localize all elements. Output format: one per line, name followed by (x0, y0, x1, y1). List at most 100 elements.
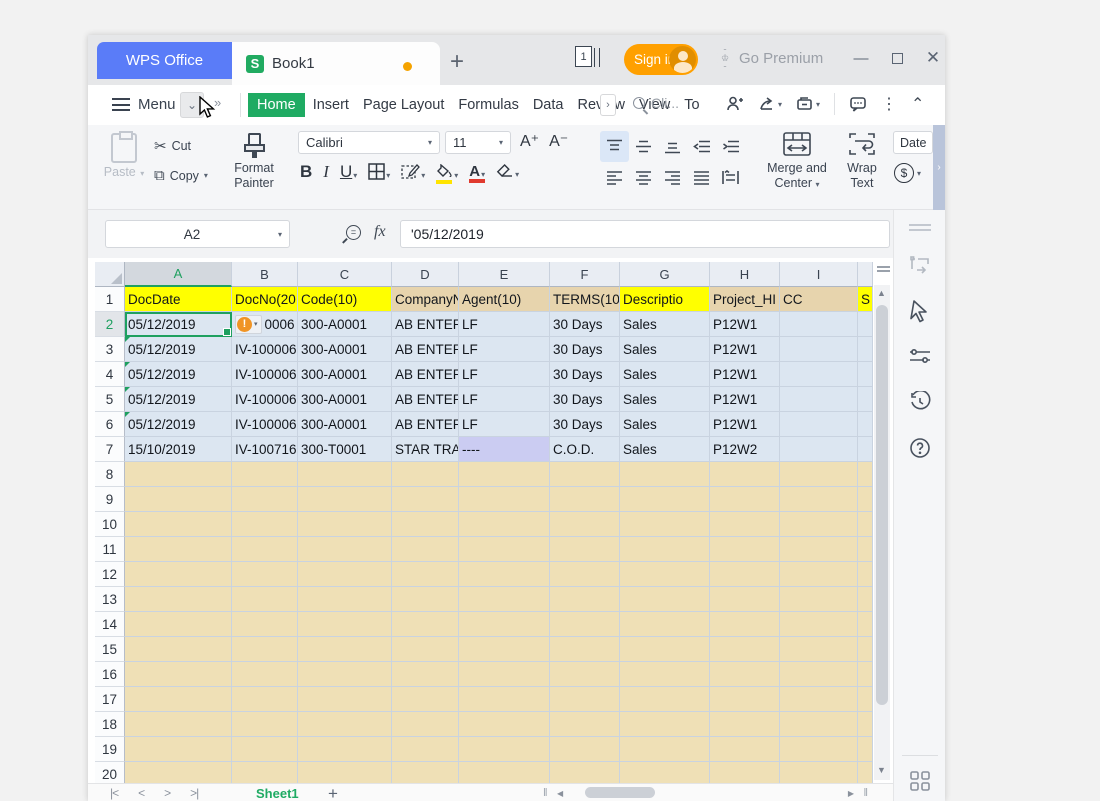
cell-H4[interactable]: P12W1 (710, 362, 780, 387)
cell-X7[interactable] (858, 437, 873, 462)
cell-E20[interactable] (459, 762, 550, 783)
cell-C20[interactable] (298, 762, 392, 783)
cell-C14[interactable] (298, 612, 392, 637)
cell-F14[interactable] (550, 612, 620, 637)
tab-page-layout[interactable]: Page Layout (357, 93, 450, 117)
cell-H8[interactable] (710, 462, 780, 487)
sidebar-drag-handle[interactable] (909, 224, 931, 231)
cell-H19[interactable] (710, 737, 780, 762)
help-icon[interactable] (894, 431, 946, 465)
cell-E1[interactable]: Agent(10) (459, 287, 550, 312)
paste-special-icon[interactable] (894, 249, 946, 283)
first-sheet-icon[interactable]: |< (110, 786, 118, 800)
cell-G13[interactable] (620, 587, 710, 612)
cell-A5[interactable]: 05/12/2019 (125, 387, 232, 412)
hamburger-menu-icon[interactable] (112, 98, 130, 111)
cell-I15[interactable] (780, 637, 858, 662)
cell-C13[interactable] (298, 587, 392, 612)
cell-B17[interactable] (232, 687, 298, 712)
cell-I9[interactable] (780, 487, 858, 512)
ribbon-expand-button[interactable]: › (933, 125, 945, 210)
number-format-select[interactable]: Date (893, 131, 933, 154)
search-box[interactable]: Cli... (633, 95, 679, 111)
italic-button[interactable]: I (323, 163, 329, 180)
cell-C19[interactable] (298, 737, 392, 762)
cell-I10[interactable] (780, 512, 858, 537)
cell-A2[interactable]: 05/12/2019 (125, 312, 232, 337)
cell-X15[interactable] (858, 637, 873, 662)
cell-C5[interactable]: 300-A0001 (298, 387, 392, 412)
cell-F11[interactable] (550, 537, 620, 562)
cell-H11[interactable] (710, 537, 780, 562)
cell-B18[interactable] (232, 712, 298, 737)
underline-button[interactable]: U▾ (340, 163, 357, 180)
cell-E5[interactable]: LF (459, 387, 550, 412)
cell-C11[interactable] (298, 537, 392, 562)
minimize-button[interactable]: — (852, 49, 870, 67)
row-header-10[interactable]: 10 (95, 512, 125, 537)
format-painter-button[interactable]: Format Painter (226, 133, 284, 191)
invite-user-icon[interactable] (726, 95, 744, 113)
error-warning-icon[interactable]: !▾ (235, 315, 262, 334)
cell-D10[interactable] (392, 512, 459, 537)
cell-X4[interactable] (858, 362, 873, 387)
cell-F13[interactable] (550, 587, 620, 612)
cell-D11[interactable] (392, 537, 459, 562)
decrease-font-button[interactable]: A⁻ (549, 131, 568, 151)
text-orientation-button[interactable] (716, 162, 745, 193)
row-header-5[interactable]: 5 (95, 387, 125, 412)
tab-home[interactable]: Home (248, 93, 305, 117)
cell-D4[interactable]: AB ENTERI (392, 362, 459, 387)
last-sheet-icon[interactable]: >| (190, 786, 198, 800)
cell-X19[interactable] (858, 737, 873, 762)
spreadsheet-grid[interactable]: ABCDEFGHI1DocDateDocNo(20Code(10)Company… (95, 262, 874, 783)
cell-H14[interactable] (710, 612, 780, 637)
cell-D9[interactable] (392, 487, 459, 512)
cell-D13[interactable] (392, 587, 459, 612)
share-icon[interactable]: ▾ (758, 95, 782, 113)
cell-X3[interactable] (858, 337, 873, 362)
cell-B20[interactable] (232, 762, 298, 783)
cell-X13[interactable] (858, 587, 873, 612)
cell-X8[interactable] (858, 462, 873, 487)
cell-A11[interactable] (125, 537, 232, 562)
cell-G4[interactable]: Sales (620, 362, 710, 387)
formula-input[interactable]: '05/12/2019 (400, 220, 890, 248)
cell-E6[interactable]: LF (459, 412, 550, 437)
cell-E17[interactable] (459, 687, 550, 712)
row-header-3[interactable]: 3 (95, 337, 125, 362)
cell-D5[interactable]: AB ENTERI (392, 387, 459, 412)
cell-E12[interactable] (459, 562, 550, 587)
cell-E7[interactable]: ---- (459, 437, 550, 462)
cell-B19[interactable] (232, 737, 298, 762)
font-name-select[interactable]: Calibri▾ (298, 131, 440, 154)
row-header-2[interactable]: 2 (95, 312, 125, 337)
collapse-ribbon-icon[interactable]: ⌃ (911, 94, 924, 114)
fill-color-button[interactable]: ▾ (436, 164, 458, 180)
decrease-indent-button[interactable] (687, 131, 716, 162)
cell-X2[interactable] (858, 312, 873, 337)
cell-E11[interactable] (459, 537, 550, 562)
cell-F4[interactable]: 30 Days (550, 362, 620, 387)
valign-bottom-button[interactable] (658, 131, 687, 162)
cell-E8[interactable] (459, 462, 550, 487)
cell-H18[interactable] (710, 712, 780, 737)
row-header-4[interactable]: 4 (95, 362, 125, 387)
sign-in-button[interactable]: Sign in (624, 44, 698, 75)
cell-D18[interactable] (392, 712, 459, 737)
cell-A7[interactable]: 15/10/2019 (125, 437, 232, 462)
cell-C2[interactable]: 300-A0001 (298, 312, 392, 337)
column-header-I[interactable]: I (780, 262, 858, 287)
cell-I6[interactable] (780, 412, 858, 437)
cell-D6[interactable]: AB ENTERI (392, 412, 459, 437)
cell-B14[interactable] (232, 612, 298, 637)
vertical-scroll-thumb[interactable] (876, 305, 888, 705)
menu-button[interactable]: Menu (138, 96, 176, 113)
cell-B8[interactable] (232, 462, 298, 487)
row-header-18[interactable]: 18 (95, 712, 125, 737)
row-header-20[interactable]: 20 (95, 762, 125, 783)
cell-G10[interactable] (620, 512, 710, 537)
close-button[interactable]: ✕ (924, 49, 942, 67)
cell-G6[interactable]: Sales (620, 412, 710, 437)
cell-G8[interactable] (620, 462, 710, 487)
